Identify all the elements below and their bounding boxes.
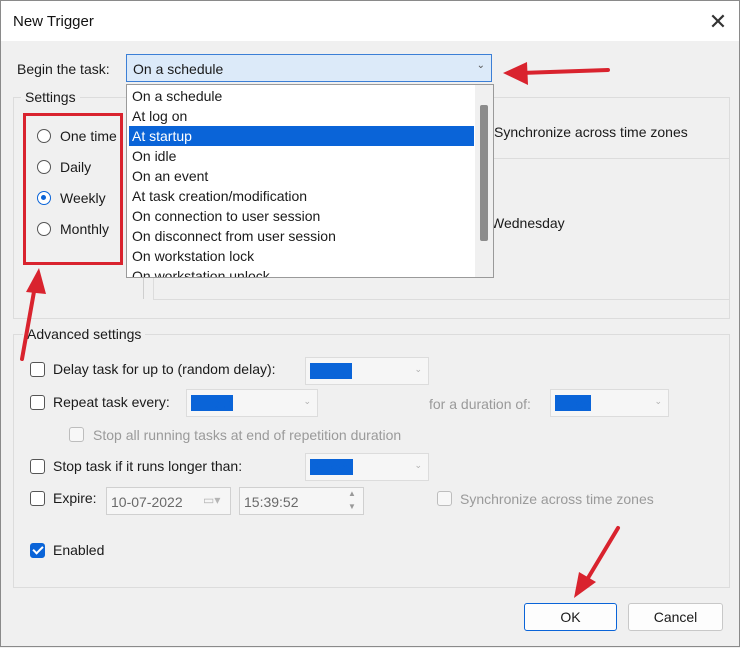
new-trigger-dialog: New Trigger ✕ Begin the task: On a sched… [0,0,740,647]
arrow-to-begin-select [519,68,610,75]
arrow-to-ok-button [583,526,620,585]
annotation-arrows [20,62,620,598]
arrow-head-begin [503,62,528,85]
arrow-head-settings [26,268,46,294]
arrow-to-settings-box [20,284,37,361]
arrow-head-ok [574,572,596,598]
